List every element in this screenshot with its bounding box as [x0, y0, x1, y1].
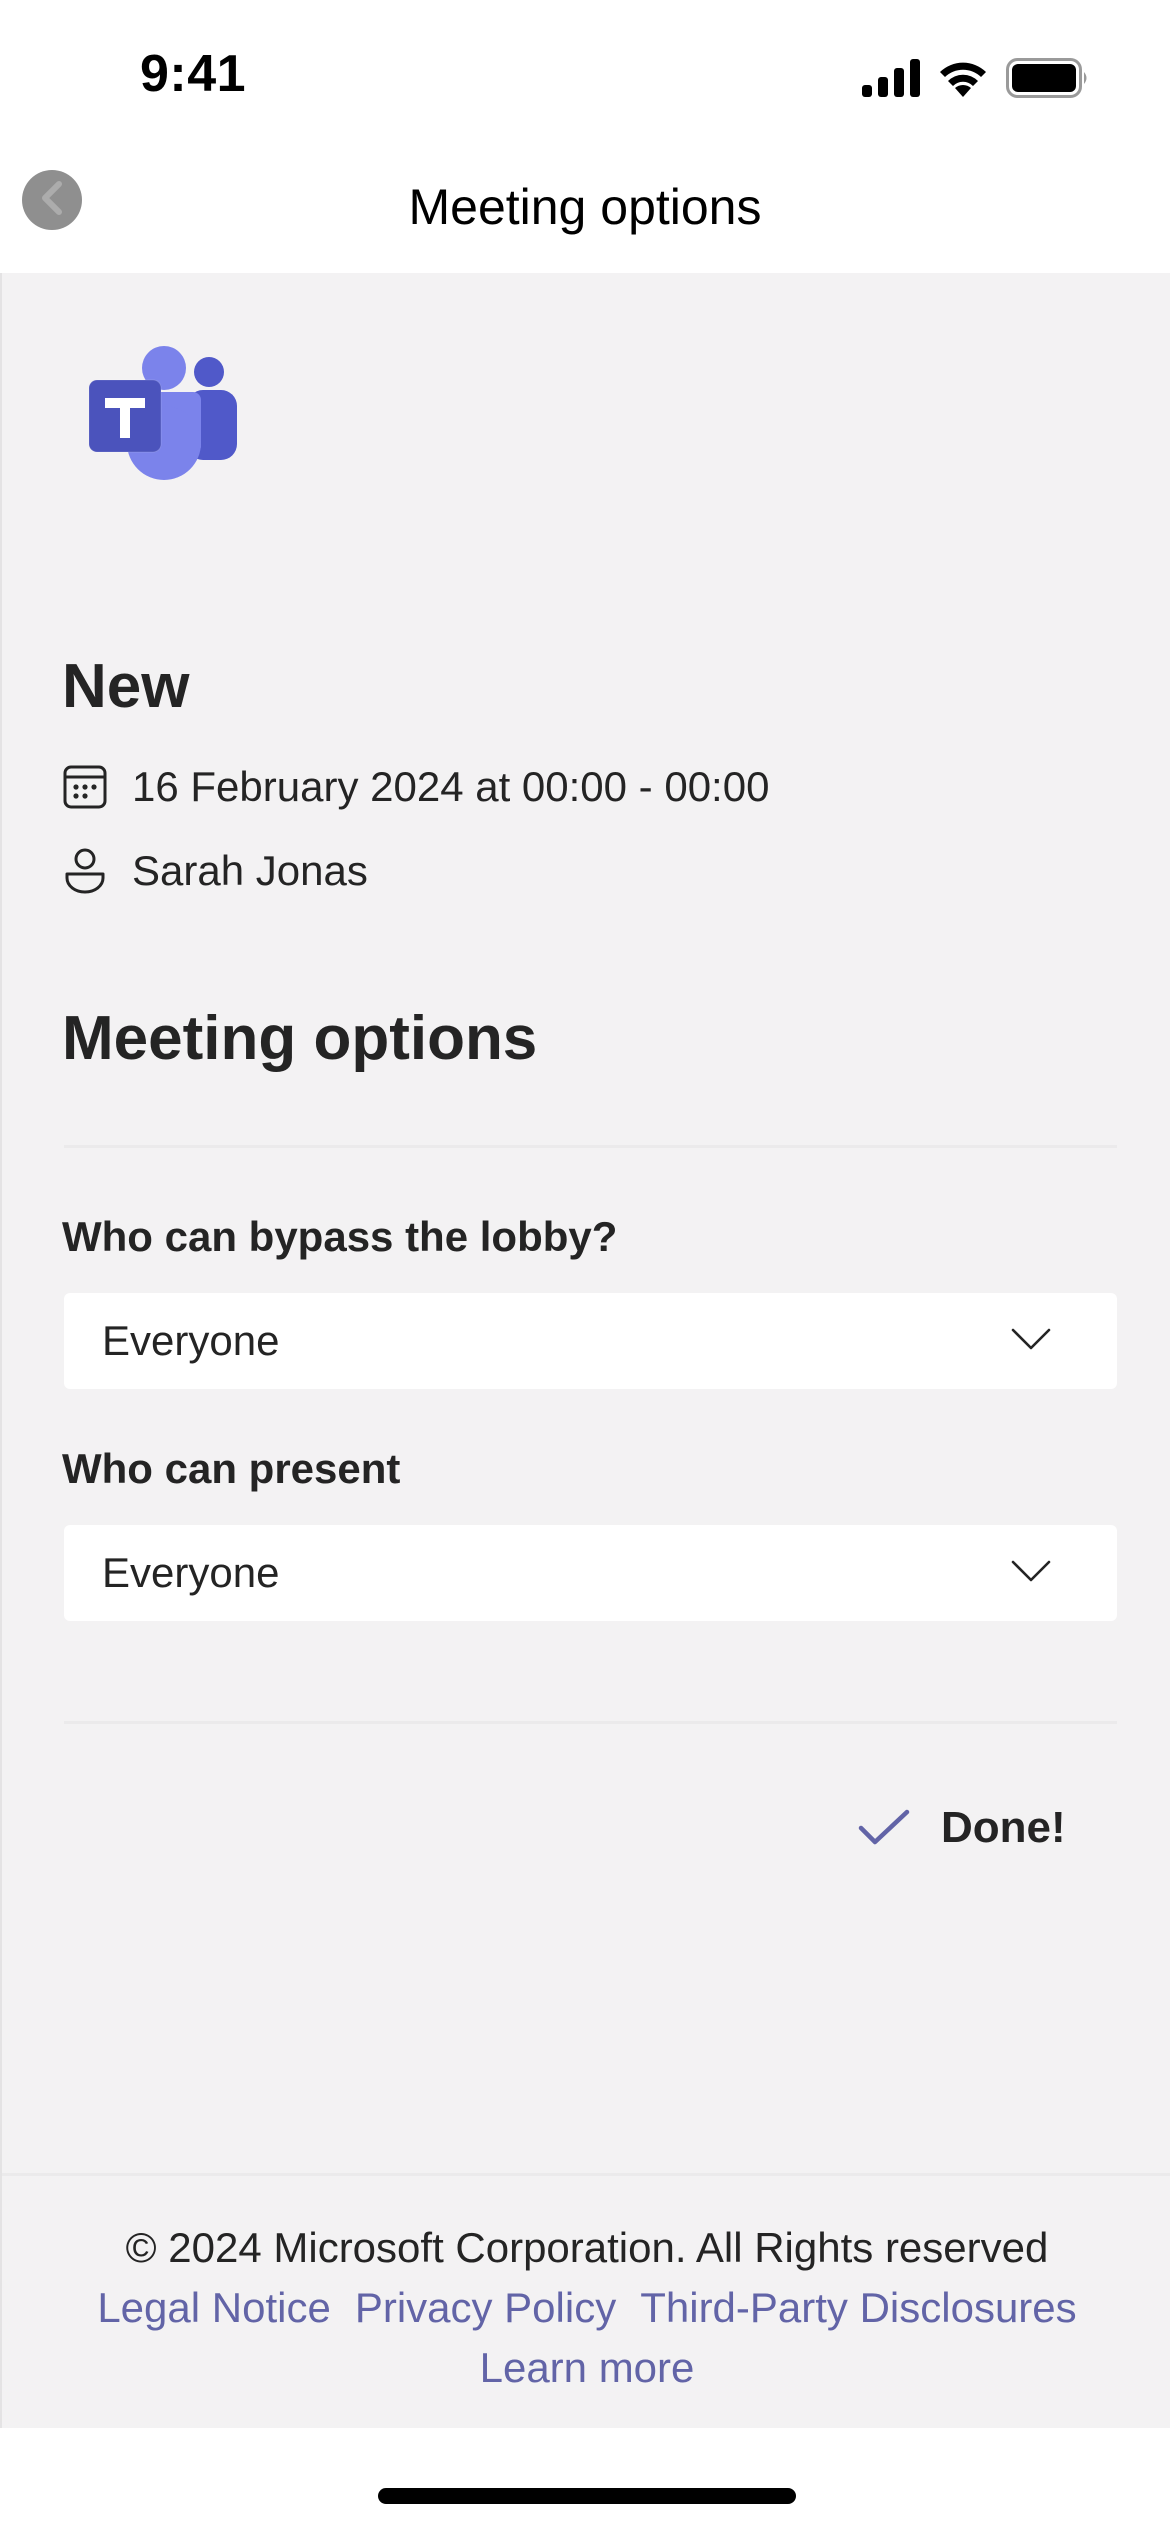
presenter-value: Everyone	[102, 1549, 280, 1596]
privacy-policy-link[interactable]: Privacy Policy	[355, 2284, 616, 2331]
chevron-down-icon	[1011, 1327, 1051, 1356]
meeting-date: 16 February 2024 at 00:00 - 00:00	[132, 763, 770, 810]
battery-icon	[1006, 58, 1090, 103]
person-icon	[62, 848, 108, 894]
divider	[64, 1145, 1117, 1148]
meeting-options-page: New 16 February 2024 at 00:00 - 00:00 Sa…	[0, 273, 1170, 2428]
meeting-title: New	[62, 652, 190, 721]
done-label: Done!	[941, 1803, 1066, 1852]
nav-title: Meeting options	[408, 179, 762, 235]
lobby-bypass-dropdown[interactable]: Everyone	[64, 1293, 1117, 1389]
legal-notice-link[interactable]: Legal Notice	[97, 2284, 330, 2331]
microsoft-teams-logo	[87, 340, 242, 480]
footer: © 2024 Microsoft Corporation. All Rights…	[2, 2218, 1170, 2398]
lobby-bypass-value: Everyone	[102, 1317, 280, 1364]
status-icons	[862, 58, 1090, 103]
wifi-icon	[938, 59, 988, 102]
done-button[interactable]: Done!	[857, 1803, 1066, 1853]
calendar-icon	[62, 764, 108, 810]
presenter-label: Who can present	[62, 1445, 401, 1492]
nav-header: Meeting options	[0, 150, 1170, 273]
divider	[64, 1721, 1117, 1724]
footer-divider	[2, 2173, 1170, 2176]
third-party-disclosures-link[interactable]: Third-Party Disclosures	[640, 2284, 1076, 2331]
presenter-dropdown[interactable]: Everyone	[64, 1525, 1117, 1621]
home-indicator[interactable]	[378, 2488, 796, 2504]
status-time: 9:41	[140, 45, 247, 103]
lobby-bypass-label: Who can bypass the lobby?	[62, 1213, 618, 1260]
section-title: Meeting options	[62, 1004, 538, 1073]
footer-links-row-2: Learn more	[2, 2338, 1170, 2398]
checkmark-icon	[857, 1808, 911, 1848]
chevron-down-icon	[1011, 1559, 1051, 1588]
learn-more-link[interactable]: Learn more	[480, 2344, 695, 2391]
footer-links: Legal Notice Privacy Policy Third-Party Di…	[2, 2278, 1170, 2338]
meeting-organizer-row: Sarah Jonas	[62, 847, 368, 895]
meeting-date-row: 16 February 2024 at 00:00 - 00:00	[62, 763, 769, 811]
copyright-text: © 2024 Microsoft Corporation. All Rights…	[125, 2224, 1049, 2271]
cellular-signal-icon	[862, 59, 920, 102]
status-bar: 9:41	[0, 0, 1170, 150]
meeting-organizer: Sarah Jonas	[132, 847, 368, 894]
